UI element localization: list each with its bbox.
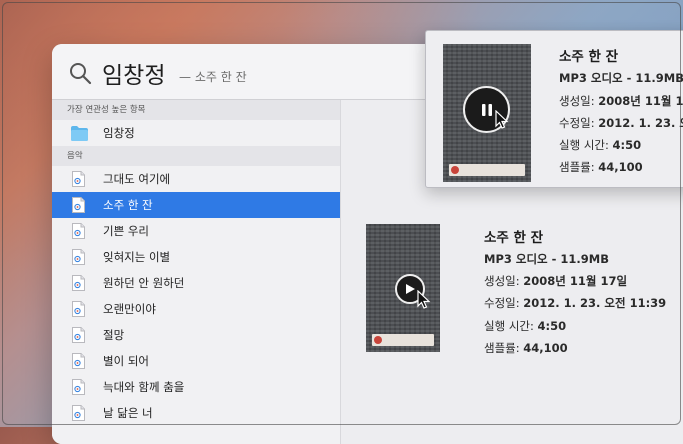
preview-title: 소주 한 잔	[484, 230, 544, 246]
audio-file-icon	[72, 301, 85, 317]
list-item-song[interactable]: 오랜만이야	[52, 296, 340, 322]
preview-duration: 실행 시간: 4:50	[484, 319, 567, 333]
list-item-label: 잊혀지는 이별	[103, 250, 171, 264]
cursor-pointer-icon	[417, 290, 431, 309]
list-item-song[interactable]: 별이 되어	[52, 348, 340, 374]
search-input[interactable]: 임창정	[102, 56, 165, 90]
list-item-label: 원하던 안 원하던	[103, 276, 185, 290]
pause-icon	[481, 103, 492, 116]
search-completion-hint: — 소주 한 잔	[179, 70, 247, 84]
list-item-song[interactable]: 소주 한 잔	[52, 192, 340, 218]
list-item-label: 기쁜 우리	[103, 224, 149, 238]
popup-title: 소주 한 잔	[559, 49, 619, 65]
audio-file-icon	[72, 405, 85, 421]
list-item-song[interactable]: 원하던 안 원하던	[52, 270, 340, 296]
audio-file-icon	[72, 379, 85, 395]
list-item-song[interactable]: 기쁜 우리	[52, 218, 340, 244]
cursor-pointer-icon	[495, 110, 509, 129]
list-item-label: 그대도 여기에	[103, 172, 171, 186]
preview-kind: MP3 오디오 - 11.9MB	[484, 252, 609, 266]
list-item-label: 날 닮은 너	[103, 406, 153, 420]
list-item-song[interactable]: 그대도 여기에	[52, 166, 340, 192]
list-item-song[interactable]: 절망	[52, 322, 340, 348]
list-item-label: 늑대와 함께 춤을	[103, 380, 185, 394]
audio-file-icon	[72, 171, 85, 187]
results-list[interactable]: 가장 연관성 높은 항목 임창정 음악 그대도 여기에소주 한 잔기쁜 우리잊혀…	[52, 100, 341, 444]
preview-created: 생성일: 2008년 11월 17일	[484, 274, 628, 288]
audio-file-icon	[72, 223, 85, 239]
list-item-song[interactable]: 잊혀지는 이별	[52, 244, 340, 270]
popup-modified: 수정일: 2012. 1. 23. 오	[559, 116, 683, 130]
popup-kind: MP3 오디오 - 11.9MB	[559, 71, 683, 85]
audio-file-icon	[72, 327, 85, 343]
album-sticker	[449, 164, 525, 176]
preview-samplerate: 샘플률: 44,100	[484, 341, 568, 355]
play-icon	[406, 284, 415, 294]
search-icon	[70, 63, 92, 85]
section-header-music: 음악	[52, 146, 340, 166]
popup-created: 생성일: 2008년 11월 17	[559, 94, 683, 108]
audio-file-icon	[72, 275, 85, 291]
audio-file-icon	[72, 197, 85, 213]
list-item-label: 임창정	[103, 126, 135, 140]
audio-file-icon	[72, 353, 85, 369]
album-sticker	[372, 334, 434, 346]
list-item-top-hit[interactable]: 임창정	[52, 120, 340, 146]
audio-file-icon	[72, 249, 85, 265]
list-item-label: 오랜만이야	[103, 302, 156, 316]
section-header-top-hit: 가장 연관성 높은 항목	[52, 100, 340, 120]
popup-duration: 실행 시간: 4:50	[559, 138, 642, 152]
list-item-label: 별이 되어	[103, 354, 149, 368]
preview-modified: 수정일: 2012. 1. 23. 오전 11:39	[484, 296, 667, 310]
list-item-label: 절망	[103, 328, 125, 342]
folder-icon	[71, 126, 88, 141]
preview-popup: 소주 한 잔 MP3 오디오 - 11.9MB 생성일: 2008년 11월 1…	[425, 30, 683, 188]
list-item-song[interactable]: 날 닮은 너	[52, 400, 340, 426]
popup-samplerate: 샘플률: 44,100	[559, 160, 643, 174]
list-item-label: 소주 한 잔	[103, 198, 153, 212]
list-item-song[interactable]: 늑대와 함께 춤을	[52, 374, 340, 400]
